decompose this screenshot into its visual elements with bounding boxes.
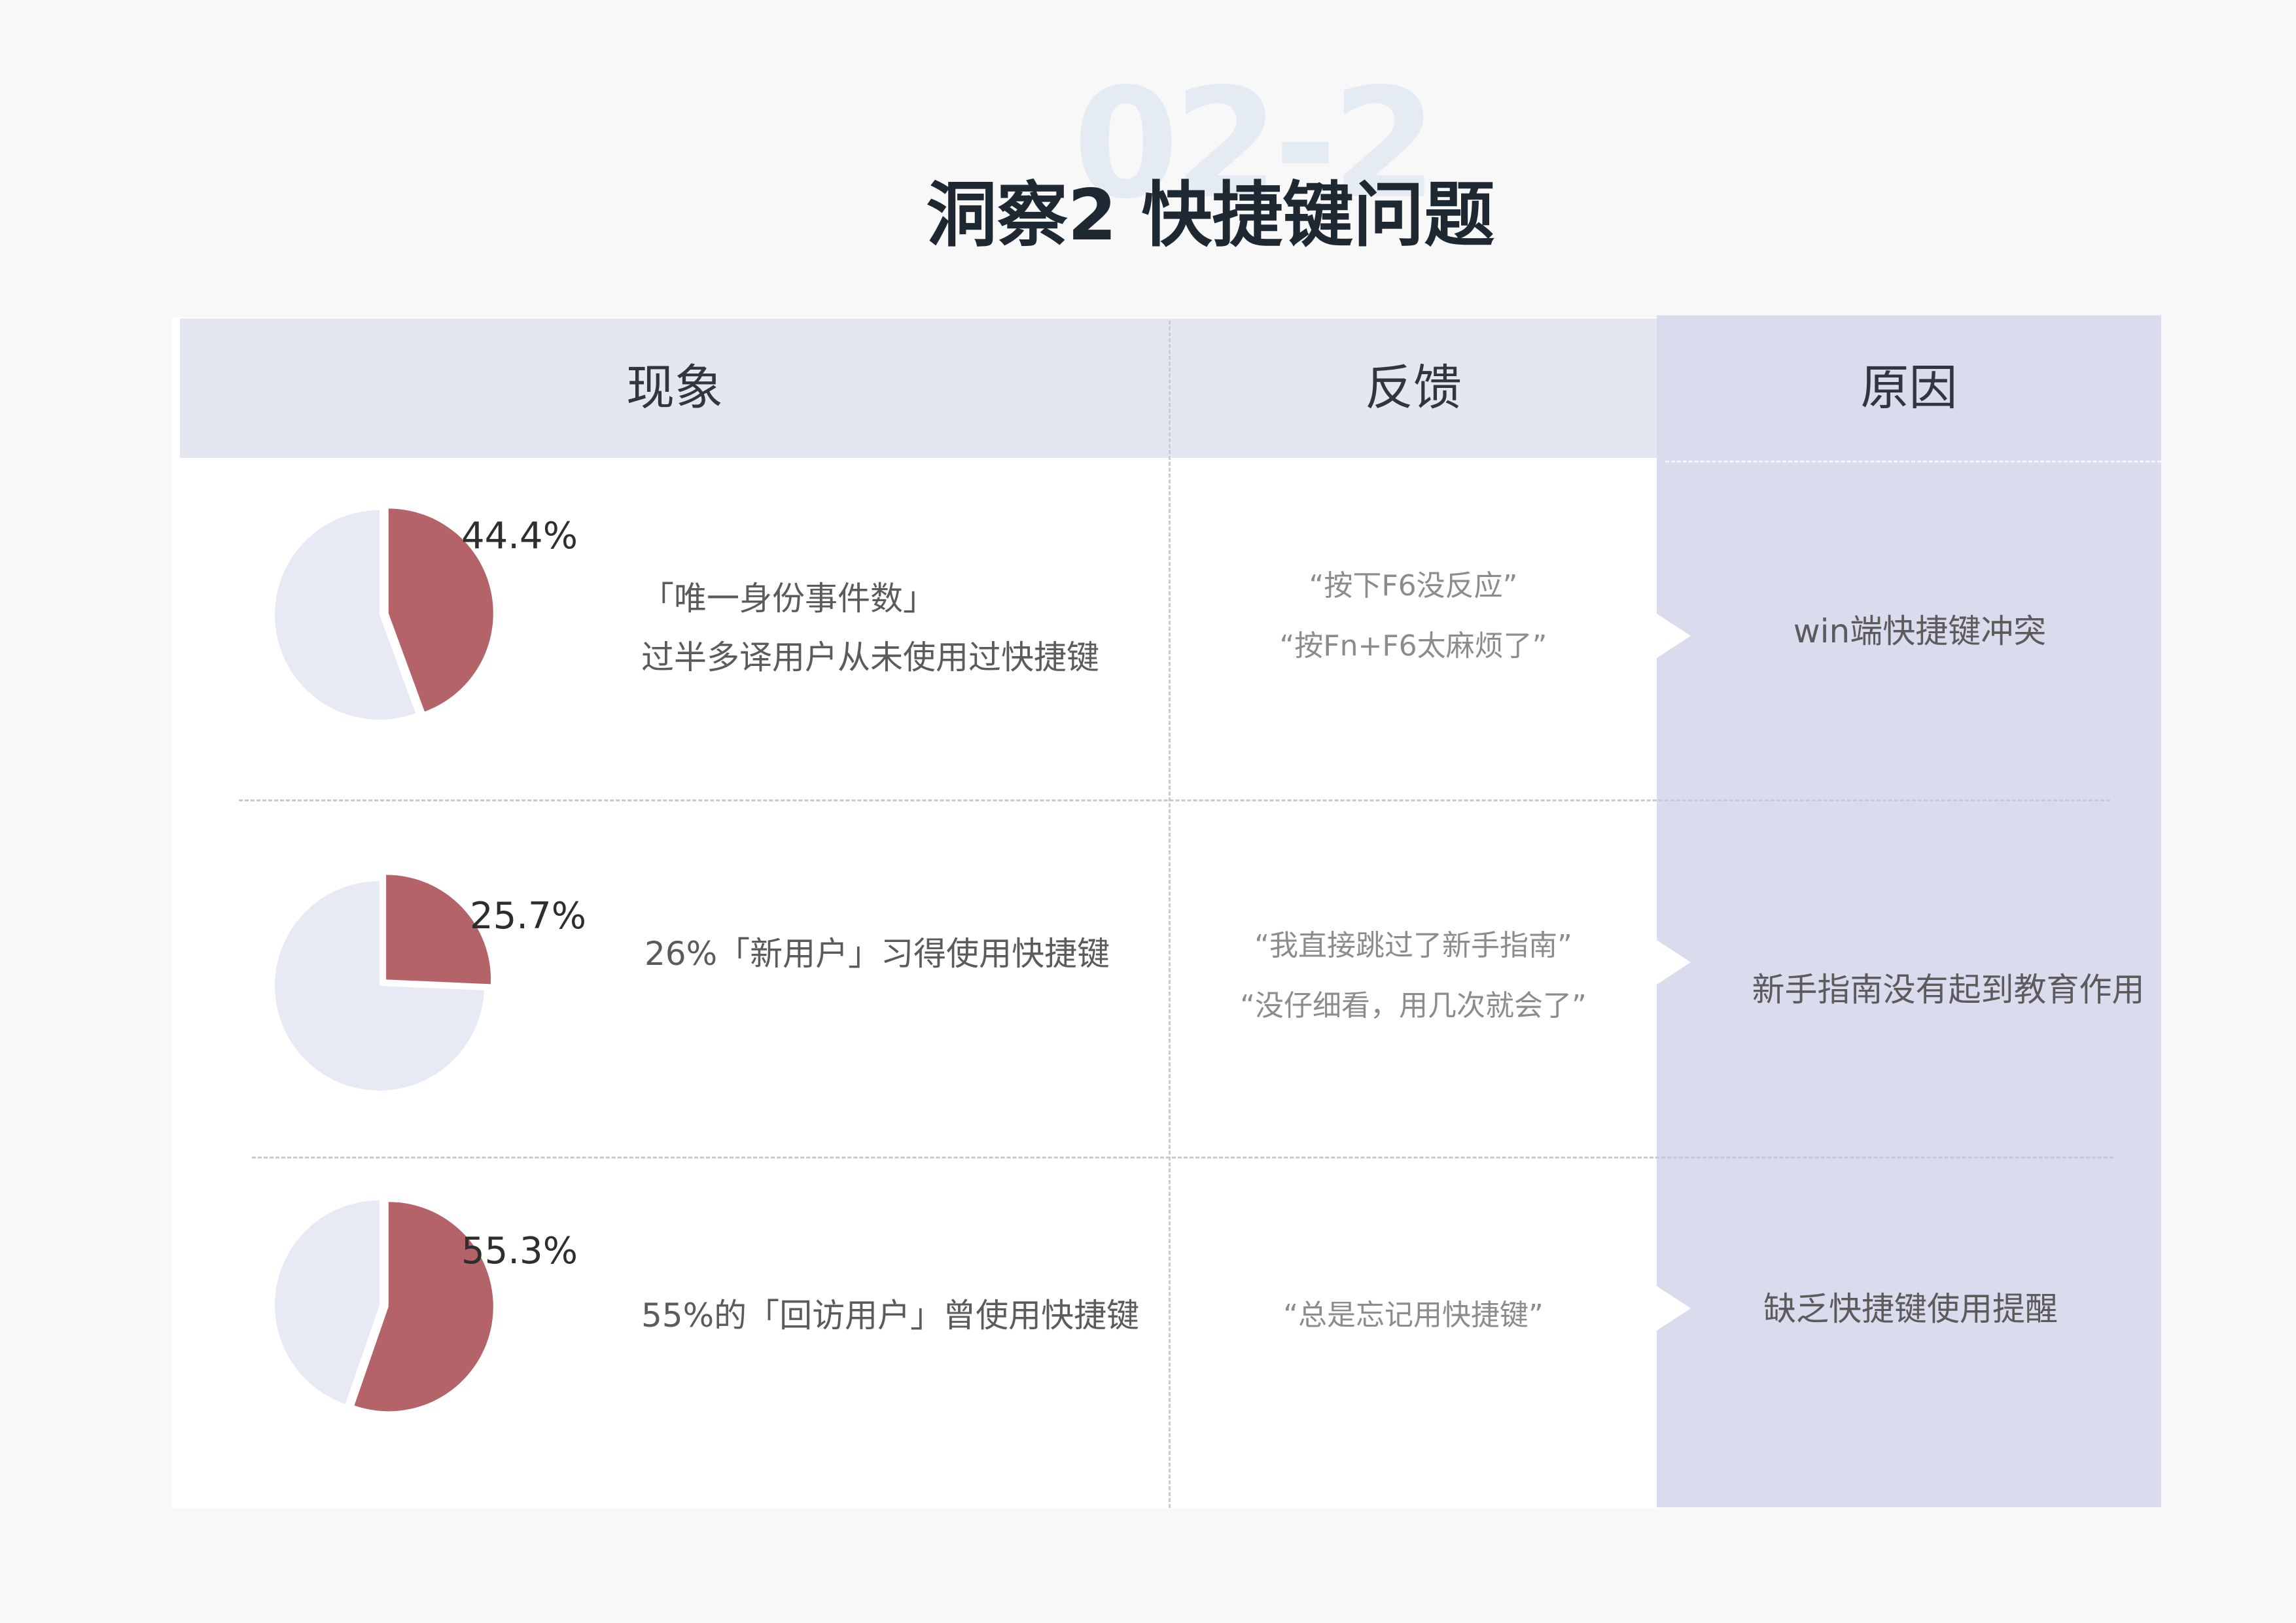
feedback-quote: “总是忘记用快捷键” (1283, 1299, 1544, 1332)
page-title: 洞察2 快捷键问题 (926, 175, 1495, 256)
pie-data-label: 25.7% (470, 895, 586, 937)
column-header-phenomenon: 现象 (626, 360, 723, 416)
reason-text: win端快捷键冲突 (1793, 612, 2047, 650)
reason-text: 新手指南没有起到教育作用 (1752, 971, 2145, 1009)
pie-data-label: 44.4% (461, 515, 578, 557)
phenomenon-text: 55%的「回访用户」曾使用快捷键 (641, 1297, 1140, 1335)
column-header-reason: 原因 (1860, 360, 1958, 416)
phenomenon-text: 26%「新用户」习得使用快捷键 (645, 935, 1110, 973)
row-pointer (1657, 614, 1691, 658)
feedback-quote: “我直接跳过了新手指南” (1254, 929, 1572, 962)
phenomenon-text: 过半多译用户从未使用过快捷键 (641, 638, 1099, 676)
row-divider (239, 799, 2110, 801)
pie-slice-remainder (274, 1200, 380, 1405)
column-header-feedback: 反馈 (1365, 360, 1462, 416)
row-divider (252, 1157, 2113, 1159)
row-pointer (1657, 940, 1691, 985)
pie-chart-row-3 (274, 1200, 493, 1412)
pie-data-label: 55.3% (461, 1230, 578, 1272)
feedback-quote: “没仔细看，用几次就会了” (1240, 989, 1587, 1022)
pie-chart-row-2 (275, 875, 491, 1091)
feedback-quote: “按下F6没反应” (1309, 569, 1518, 602)
reason-text: 缺乏快捷键使用提醒 (1763, 1290, 2058, 1328)
feedback-quote: “按Fn+F6太麻烦了” (1279, 629, 1547, 663)
reason-header-divider (1665, 461, 2161, 462)
phenomenon-text: 「唯一身份事件数」 (641, 580, 936, 618)
